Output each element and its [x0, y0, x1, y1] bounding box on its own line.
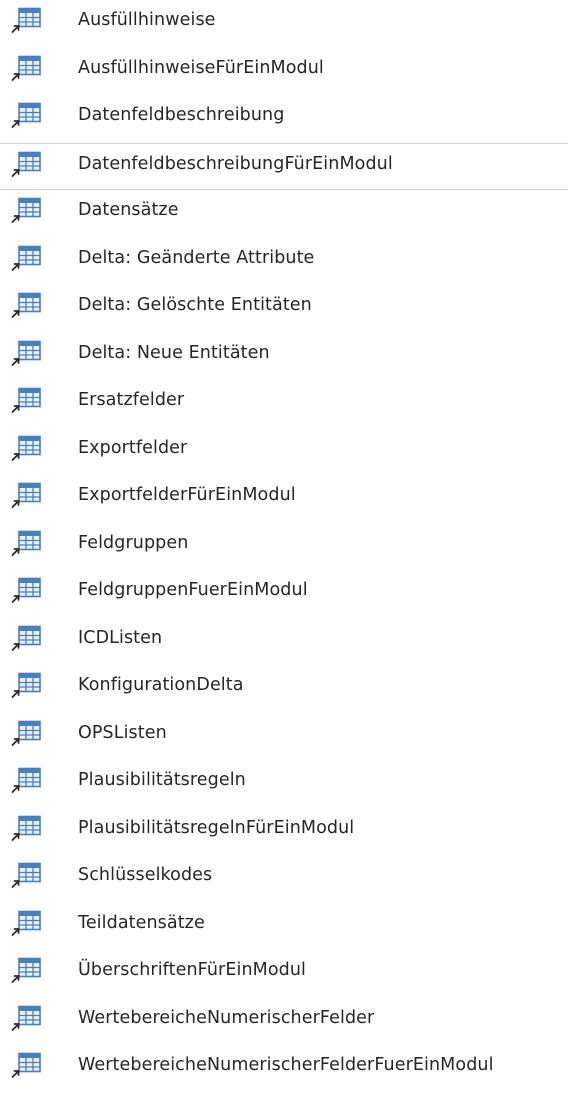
linked-table-label: Datensätze: [78, 200, 179, 220]
linked-table-item[interactable]: WertebereicheNumerischerFelderFuerEinMod…: [0, 1045, 568, 1093]
linked-table-icon: [11, 197, 41, 223]
linked-table-item[interactable]: KonfigurationDelta: [0, 665, 568, 713]
linked-table-label: OPSListen: [78, 722, 167, 743]
linked-table-icon: [11, 577, 41, 603]
linked-table-item[interactable]: DatenfeldbeschreibungFürEinModul: [0, 142, 568, 190]
linked-table-icon: [11, 910, 41, 936]
linked-table-item[interactable]: Feldgruppen: [0, 523, 568, 571]
linked-table-item[interactable]: Schlüsselkodes: [0, 855, 568, 903]
linked-table-icon: [11, 55, 41, 81]
linked-table-label: ICDListen: [78, 627, 163, 648]
linked-table-label: Plausibilitätsregeln: [78, 770, 246, 790]
linked-table-icon: [11, 815, 41, 841]
linked-table-item[interactable]: Datenfeldbeschreibung: [0, 95, 568, 143]
linked-table-item[interactable]: Ersatzfelder: [0, 380, 568, 428]
linked-table-label: Feldgruppen: [78, 532, 189, 553]
linked-table-label: Datenfeldbeschreibung: [78, 105, 285, 125]
navigation-pane-list: Ausfüllhinweise AusfüllhinweiseFürEinMod…: [0, 0, 568, 1093]
linked-table-item[interactable]: Plausibilitätsregeln: [0, 760, 568, 808]
linked-table-label: Schlüsselkodes: [78, 865, 213, 885]
linked-table-label: AusfüllhinweiseFürEinModul: [78, 57, 324, 78]
linked-table-item[interactable]: Teildatensätze: [0, 903, 568, 951]
linked-table-label: KonfigurationDelta: [78, 675, 244, 695]
linked-table-icon: [11, 720, 41, 746]
linked-table-item[interactable]: FeldgruppenFuerEinModul: [0, 570, 568, 618]
linked-table-label: Exportfelder: [78, 437, 188, 458]
linked-table-item[interactable]: AusfüllhinweiseFürEinModul: [0, 48, 568, 96]
linked-table-icon: [11, 1005, 41, 1031]
linked-table-icon: [11, 435, 41, 461]
linked-table-label: Teildatensätze: [78, 912, 205, 933]
linked-table-label: Ersatzfelder: [78, 390, 185, 410]
linked-table-item[interactable]: PlausibilitätsregelnFürEinModul: [0, 808, 568, 856]
linked-table-label: Ausfüllhinweise: [78, 10, 216, 30]
linked-table-label: PlausibilitätsregelnFürEinModul: [78, 817, 355, 838]
linked-table-item[interactable]: ÜberschriftenFürEinModul: [0, 950, 568, 998]
linked-table-icon: [11, 151, 41, 177]
linked-table-icon: [11, 482, 41, 508]
linked-table-item[interactable]: Delta: Neue Entitäten: [0, 333, 568, 381]
linked-table-icon: [11, 1052, 41, 1078]
linked-table-icon: [11, 957, 41, 983]
linked-table-icon: [11, 245, 41, 271]
linked-table-icon: [11, 672, 41, 698]
linked-table-item[interactable]: Exportfelder: [0, 428, 568, 476]
linked-table-item[interactable]: Delta: Geänderte Attribute: [0, 238, 568, 286]
linked-table-label: Delta: Geänderte Attribute: [78, 247, 315, 268]
linked-table-item[interactable]: WertebereicheNumerischerFelder: [0, 998, 568, 1046]
linked-table-icon: [11, 767, 41, 793]
linked-table-icon: [11, 7, 41, 33]
linked-table-label: ExportfelderFürEinModul: [78, 485, 296, 505]
linked-table-item[interactable]: ExportfelderFürEinModul: [0, 475, 568, 523]
linked-table-item[interactable]: Delta: Gelöschte Entitäten: [0, 285, 568, 333]
linked-table-item[interactable]: ICDListen: [0, 618, 568, 666]
linked-table-label: FeldgruppenFuerEinModul: [78, 580, 308, 600]
linked-table-icon: [11, 102, 41, 128]
linked-table-label: WertebereicheNumerischerFelderFuerEinMod…: [78, 1055, 494, 1075]
linked-table-item[interactable]: Ausfüllhinweise: [0, 0, 568, 48]
linked-table-icon: [11, 292, 41, 318]
linked-table-label: Delta: Gelöschte Entitäten: [78, 295, 312, 315]
linked-table-icon: [11, 625, 41, 651]
linked-table-label: ÜberschriftenFürEinModul: [78, 960, 307, 980]
linked-table-icon: [11, 862, 41, 888]
linked-table-label: WertebereicheNumerischerFelder: [78, 1007, 375, 1028]
linked-table-icon: [11, 530, 41, 556]
linked-table-icon: [11, 387, 41, 413]
linked-table-item[interactable]: OPSListen: [0, 713, 568, 761]
linked-table-label: DatenfeldbeschreibungFürEinModul: [78, 153, 393, 174]
linked-table-icon: [11, 340, 41, 366]
linked-table-item[interactable]: Datensätze: [0, 190, 568, 238]
linked-table-label: Delta: Neue Entitäten: [78, 342, 270, 363]
